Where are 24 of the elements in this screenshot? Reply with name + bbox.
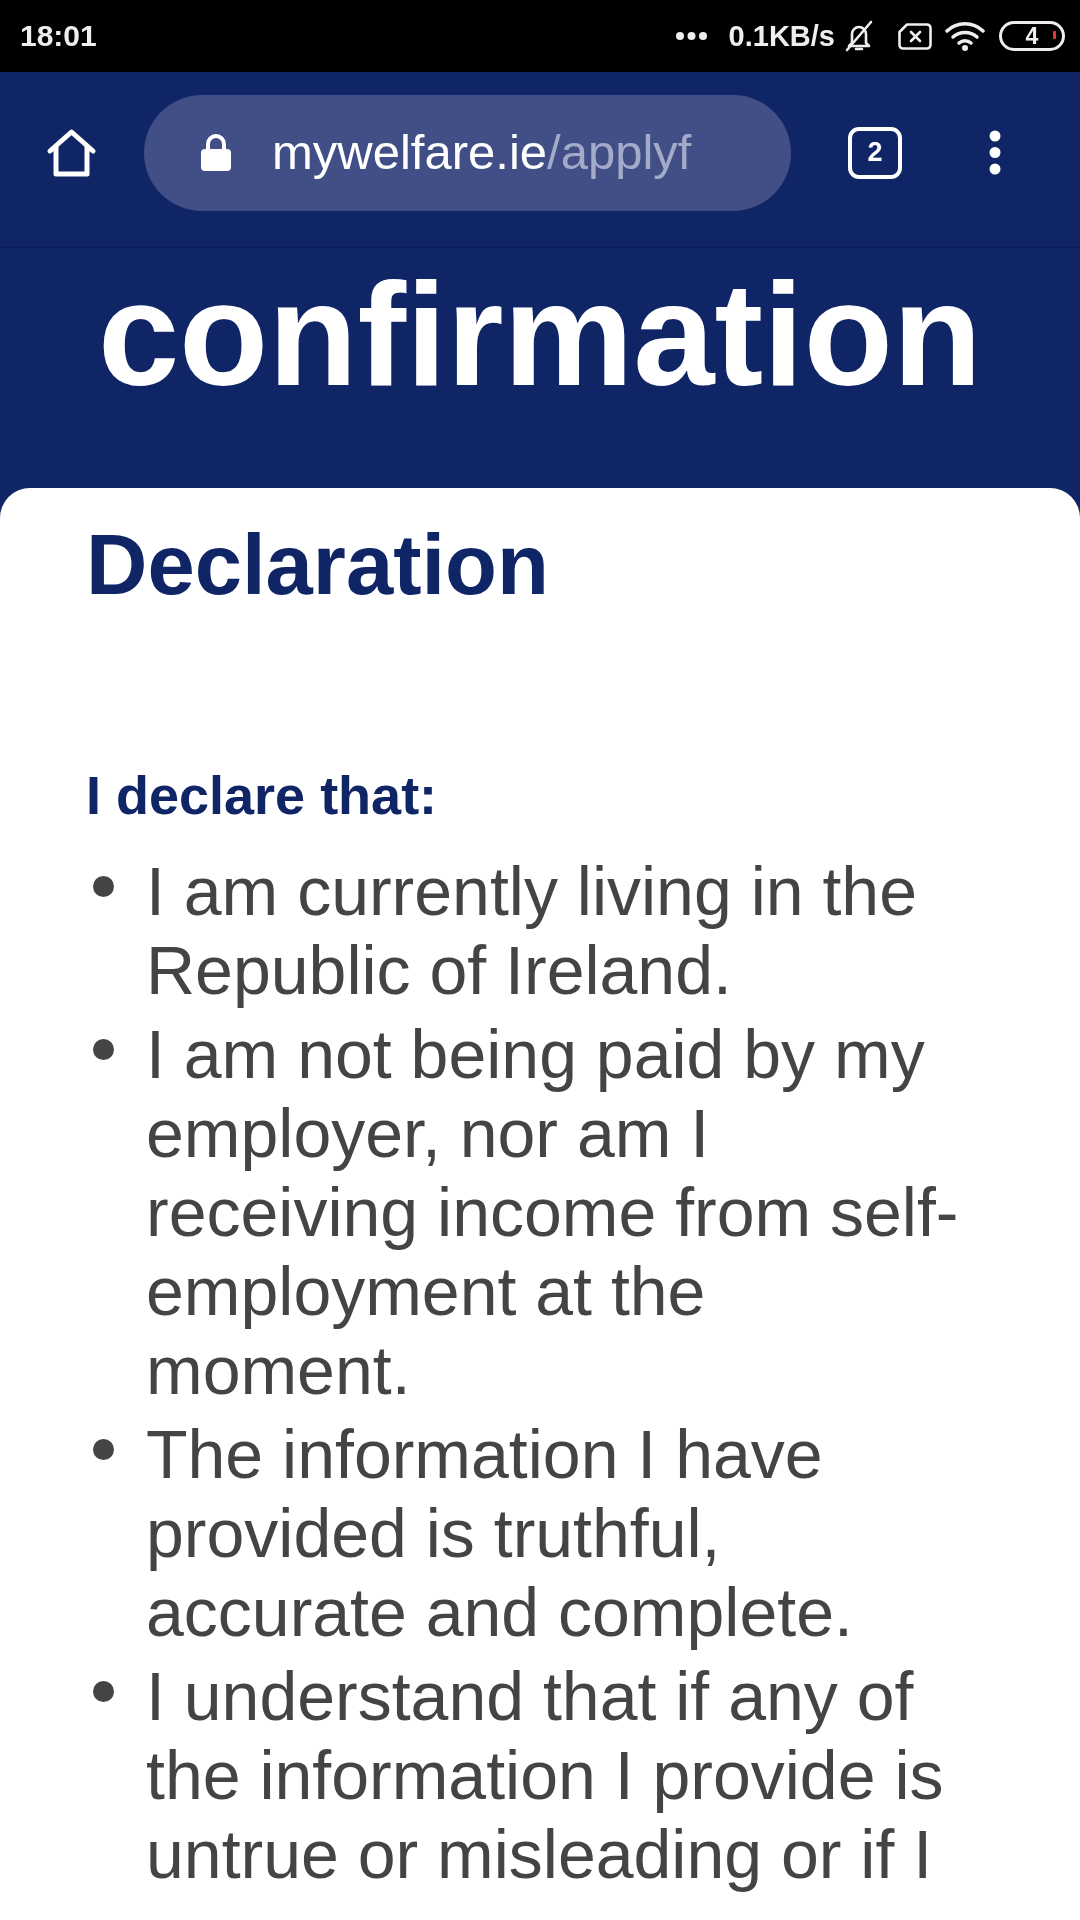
list-intro: I declare that: (86, 764, 439, 827)
declaration-text: I am not being paid by my employer, nor am I receiving income from self-employment at the moment. (146, 1014, 960, 1410)
clock-time: 18:01 (20, 21, 97, 51)
bullet-icon (93, 1038, 114, 1060)
bullet-icon (93, 875, 114, 897)
battery-level-text: 4 (1025, 24, 1039, 48)
dots-icon (675, 32, 707, 40)
url-text: mywelfare.ie/applyf (272, 128, 692, 177)
lock-icon (200, 133, 232, 172)
menu-icon[interactable] (989, 130, 1001, 175)
wifi-icon (945, 21, 985, 51)
home-icon[interactable] (45, 127, 98, 178)
muted-bell-icon (844, 19, 874, 53)
network-speed: 0.1KB/s (728, 21, 835, 51)
bullet-icon (93, 1438, 114, 1460)
bullet-icon (93, 1680, 114, 1702)
crossed-card-icon (898, 22, 932, 50)
address-bar[interactable]: mywelfare.ie/applyf (144, 94, 791, 211)
page-title: confirmation (96, 252, 984, 418)
declaration-text: I understand that if any of the information I provide is untrue or misleading or if I (146, 1656, 945, 1894)
tab-count-button[interactable]: 2 (848, 126, 902, 179)
declaration-text: The information I have provided is truthful, accurate and complete. (146, 1414, 854, 1652)
declaration-text: I am currently living in the Republic of Ireland. (146, 851, 918, 1010)
section-heading: Declaration (86, 522, 550, 607)
